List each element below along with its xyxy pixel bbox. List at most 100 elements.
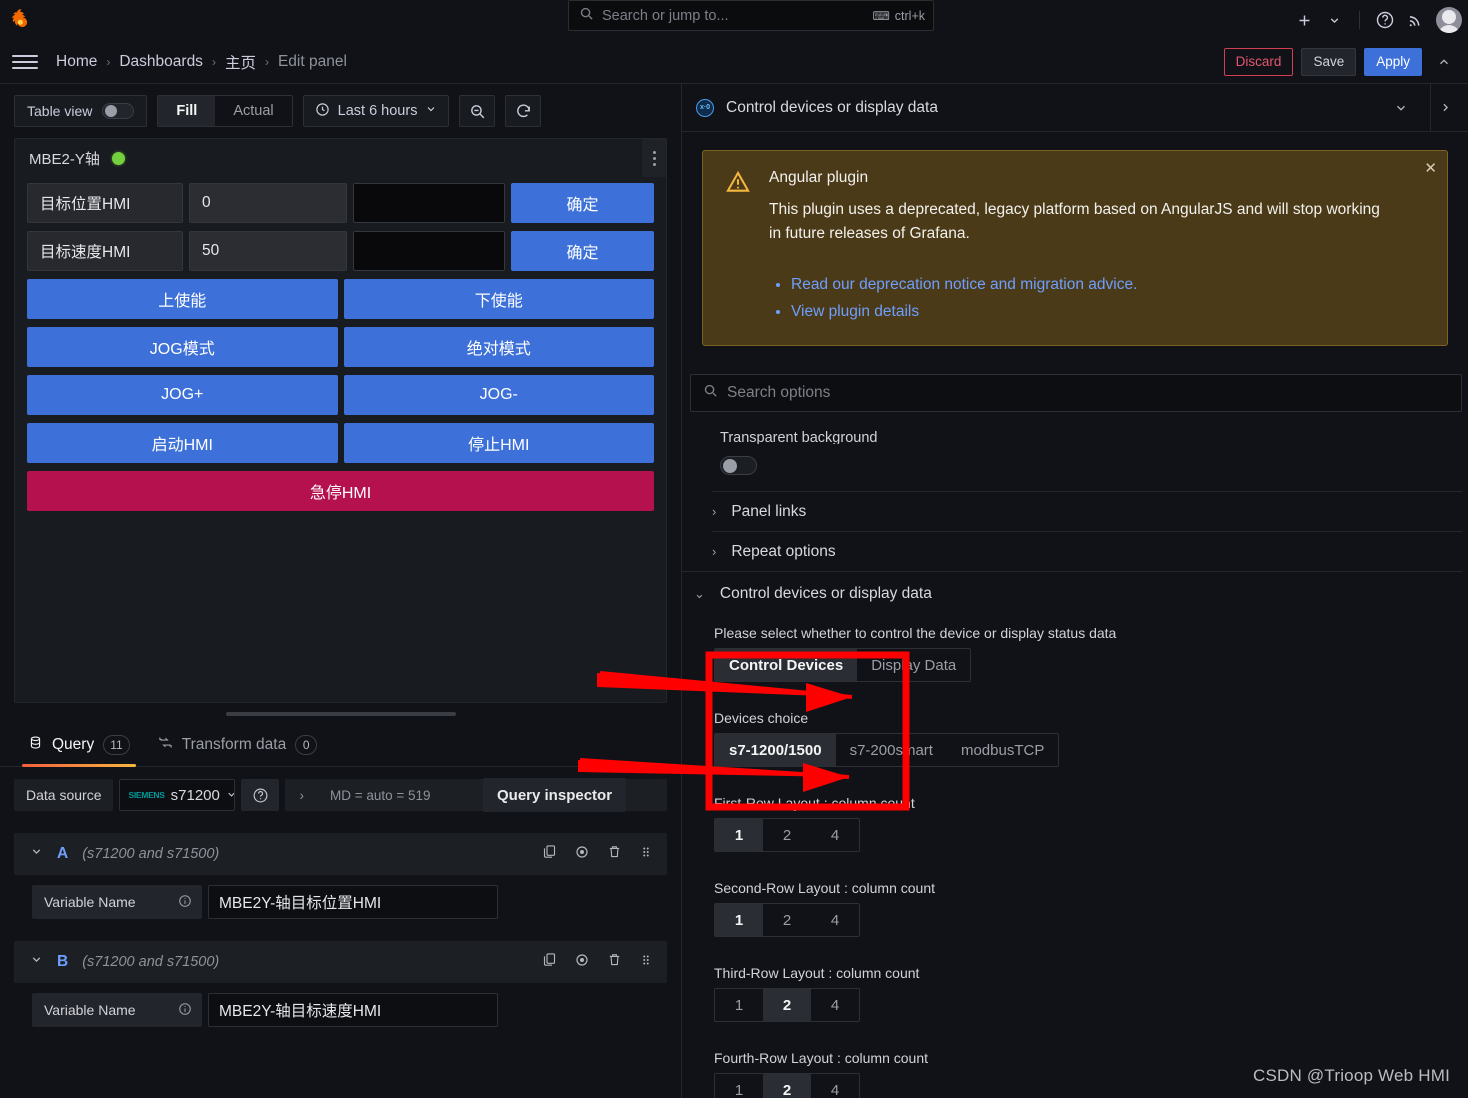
fourth-row-option-1[interactable]: 1 — [715, 1074, 763, 1098]
query-row-header[interactable]: B (s71200 and s71500) — [14, 941, 667, 983]
transparent-background-switch[interactable] — [720, 456, 757, 476]
panel-resize-handle[interactable] — [0, 703, 681, 725]
hmi-button-jog-plus[interactable]: JOG+ — [27, 375, 338, 415]
drag-handle-icon[interactable] — [639, 953, 653, 972]
expand-options-button[interactable] — [1430, 83, 1460, 132]
fourth-row-option-2[interactable]: 2 — [763, 1074, 811, 1098]
hmi-confirm-button[interactable]: 确定 — [511, 183, 654, 223]
breadcrumb-item-dashboards[interactable]: Dashboards — [119, 53, 203, 71]
close-icon[interactable]: ✕ — [1424, 159, 1437, 177]
hmi-setpoint-input[interactable] — [353, 183, 505, 223]
breadcrumb-item-home[interactable]: Home — [56, 53, 97, 71]
first-row-option-1[interactable]: 1 — [715, 819, 763, 852]
variable-name-input[interactable]: MBE2Y-轴目标位置HMI — [208, 885, 498, 919]
zoom-out-button[interactable] — [459, 95, 496, 127]
tab-transform-data[interactable]: Transform data 0 — [144, 735, 332, 766]
breadcrumb-separator: › — [211, 54, 216, 69]
hmi-button-emergency-stop[interactable]: 急停HMI — [27, 471, 654, 511]
query-help-button[interactable] — [241, 779, 280, 811]
copy-icon[interactable] — [542, 952, 557, 972]
tab-query[interactable]: Query 11 — [14, 735, 144, 767]
chevron-down-icon[interactable] — [1319, 4, 1349, 36]
collapsible-control-devices-section[interactable]: ⌄ Control devices or display data — [682, 571, 1462, 615]
data-source-picker[interactable]: SIEMENS s71200 — [119, 779, 236, 811]
hmi-button-enable-down[interactable]: 下使能 — [343, 279, 654, 319]
time-range-picker[interactable]: Last 6 hours — [302, 95, 450, 127]
grafana-logo-icon[interactable] — [0, 0, 40, 40]
devices-radio-group[interactable]: s7-1200/1500 s7-200smart modbusTCP — [714, 733, 1060, 768]
device-option-s7-1200-1500[interactable]: s7-1200/1500 — [715, 734, 836, 767]
hmi-button-row: 启动HMI 停止HMI — [27, 423, 654, 463]
second-row-layout-radio-group[interactable]: 1 2 4 — [714, 903, 860, 938]
hmi-button-jog-mode[interactable]: JOG模式 — [27, 327, 338, 367]
mode-option-control-devices[interactable]: Control Devices — [715, 649, 858, 682]
add-new-button[interactable] — [1289, 4, 1319, 36]
trash-icon[interactable] — [607, 952, 622, 972]
device-option-modbustcp[interactable]: modbusTCP — [947, 734, 1058, 766]
panel-menu-button[interactable] — [642, 139, 666, 177]
hmi-confirm-button[interactable]: 确定 — [511, 231, 654, 271]
tab-transform-label: Transform data — [181, 736, 287, 753]
third-row-option-1[interactable]: 1 — [715, 989, 763, 1021]
search-icon — [703, 383, 718, 403]
third-row-option-2[interactable]: 2 — [763, 989, 811, 1022]
query-row-header[interactable]: A (s71200 and s71500) — [14, 833, 667, 875]
device-option-s7-200smart[interactable]: s7-200smart — [836, 734, 947, 766]
actual-option[interactable]: Actual — [215, 96, 292, 126]
info-circle-icon[interactable] — [178, 894, 192, 911]
news-feed-button[interactable] — [1400, 4, 1430, 36]
fourth-row-layout-radio-group[interactable]: 1 2 4 — [714, 1073, 860, 1098]
list-item: Read our deprecation notice and migratio… — [791, 271, 1389, 298]
query-inspector-button[interactable]: Query inspector — [483, 778, 627, 812]
discard-button[interactable]: Discard — [1223, 47, 1294, 76]
variable-name-input[interactable]: MBE2Y-轴目标速度HMI — [208, 993, 498, 1027]
collapsible-panel-links[interactable]: › Panel links — [712, 491, 1462, 531]
second-row-option-1[interactable]: 1 — [715, 904, 763, 937]
first-row-option-4[interactable]: 4 — [811, 819, 859, 851]
trash-icon[interactable] — [607, 844, 622, 864]
save-button[interactable]: Save — [1301, 47, 1357, 76]
user-avatar-icon[interactable] — [1436, 7, 1462, 33]
refresh-button[interactable] — [505, 95, 542, 127]
info-circle-icon[interactable] — [178, 1002, 192, 1019]
collapsible-repeat-options[interactable]: › Repeat options — [712, 531, 1462, 571]
second-row-option-2[interactable]: 2 — [763, 904, 811, 936]
help-button[interactable] — [1370, 4, 1400, 36]
hmi-button-jog-minus[interactable]: JOG- — [343, 375, 654, 415]
copy-icon[interactable] — [542, 844, 557, 864]
hmi-button-enable-up[interactable]: 上使能 — [27, 279, 338, 319]
search-input[interactable]: Search or jump to... ⌨ ctrl+k — [568, 0, 934, 31]
table-view-switch[interactable] — [102, 103, 135, 119]
eye-icon[interactable] — [574, 952, 590, 973]
drag-handle-icon[interactable] — [639, 845, 653, 864]
first-row-layout-radio-group[interactable]: 1 2 4 — [714, 818, 860, 853]
collapse-options-button[interactable] — [1430, 48, 1458, 76]
options-search-input[interactable]: Search options — [690, 374, 1462, 413]
third-row-layout-radio-group[interactable]: 1 2 4 — [714, 988, 860, 1023]
hmi-setpoint-input[interactable] — [353, 231, 505, 271]
second-row-option-4[interactable]: 4 — [811, 904, 859, 936]
mode-radio-group[interactable]: Control Devices Display Data — [714, 648, 972, 683]
third-row-option-4[interactable]: 4 — [811, 989, 859, 1021]
visualization-picker[interactable]: x·0 Control devices or display data — [682, 83, 1468, 132]
fill-option[interactable]: Fill — [158, 96, 216, 126]
mode-option-display-data[interactable]: Display Data — [857, 649, 970, 681]
fourth-row-option-4[interactable]: 4 — [811, 1074, 859, 1098]
apply-button[interactable]: Apply — [1364, 47, 1422, 76]
hmi-button-start[interactable]: 启动HMI — [27, 423, 338, 463]
deprecation-notice-link[interactable]: Read our deprecation notice and migratio… — [791, 276, 1137, 293]
plugin-details-link[interactable]: View plugin details — [791, 303, 919, 320]
hmi-button-stop[interactable]: 停止HMI — [343, 423, 654, 463]
first-row-option-2[interactable]: 2 — [763, 819, 811, 851]
breadcrumb-item-dashboard[interactable]: 主页 — [225, 51, 256, 73]
table-view-toggle[interactable]: Table view — [14, 95, 148, 127]
chevron-down-icon[interactable] — [1384, 101, 1418, 115]
hmi-label: 目标位置HMI — [27, 183, 183, 223]
eye-icon[interactable] — [574, 844, 590, 865]
hmi-button-absolute-mode[interactable]: 绝对模式 — [343, 327, 654, 367]
chevron-down-icon[interactable] — [30, 845, 43, 863]
hamburger-menu-icon[interactable] — [12, 49, 38, 75]
global-search[interactable]: Search or jump to... ⌨ ctrl+k — [568, 0, 934, 31]
chevron-down-icon[interactable] — [30, 953, 43, 971]
fill-actual-group[interactable]: Fill Actual — [157, 95, 293, 127]
